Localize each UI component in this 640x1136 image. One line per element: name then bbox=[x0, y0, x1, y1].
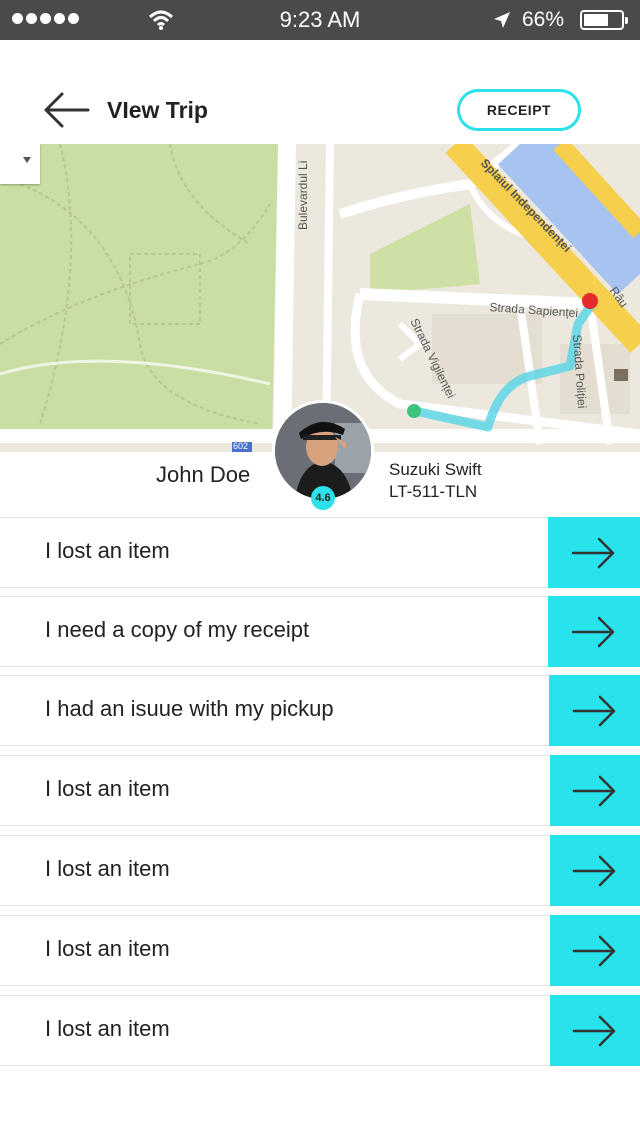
issue-label: I lost an item bbox=[45, 776, 170, 801]
arrow-right-icon bbox=[572, 775, 616, 806]
issue-label: I lost an item bbox=[45, 538, 170, 563]
back-arrow-icon bbox=[44, 92, 90, 128]
list-item-issue[interactable]: I lost an item bbox=[0, 517, 640, 588]
list-item-issue[interactable]: I need a copy of my receipt bbox=[0, 596, 640, 667]
back-button[interactable] bbox=[40, 90, 92, 130]
header: VIew Trip RECEIPT bbox=[0, 40, 640, 144]
issue-arrow-button[interactable] bbox=[550, 915, 640, 986]
issue-arrow-button[interactable] bbox=[548, 596, 640, 667]
battery-icon bbox=[580, 10, 628, 30]
issue-label: I lost an item bbox=[45, 1016, 170, 1041]
issue-arrow-button[interactable] bbox=[549, 675, 640, 746]
issue-label: I lost an item bbox=[45, 856, 170, 881]
arrow-right-icon bbox=[572, 1015, 616, 1046]
arrow-right-icon bbox=[571, 616, 615, 647]
map-layers-button[interactable] bbox=[0, 144, 40, 184]
issue-arrow-button[interactable] bbox=[548, 517, 640, 588]
driver-rating-badge: 4.6 bbox=[311, 486, 335, 510]
list-item-issue[interactable]: I lost an item bbox=[0, 835, 640, 906]
issue-arrow-button[interactable] bbox=[550, 835, 640, 906]
list-item-issue[interactable]: I had an isuue with my pickup bbox=[0, 675, 640, 746]
arrow-right-icon bbox=[571, 537, 615, 568]
car-plate: LT-511-TLN bbox=[389, 482, 478, 501]
arrow-right-icon bbox=[572, 855, 616, 886]
map-label-bulevardul: Bulevardul Li bbox=[296, 160, 310, 230]
list-item-issue[interactable]: I lost an item bbox=[0, 995, 640, 1066]
list-item-issue[interactable]: I lost an item bbox=[0, 755, 640, 826]
list-item-issue[interactable]: I lost an item bbox=[0, 915, 640, 986]
arrow-right-icon bbox=[572, 935, 616, 966]
battery-percentage: 66% bbox=[522, 8, 565, 31]
driver-name: John Doe bbox=[156, 462, 251, 487]
chevron-down-icon bbox=[23, 157, 31, 163]
issue-arrow-button[interactable] bbox=[550, 755, 640, 826]
map-label-route-number: 602 bbox=[233, 441, 249, 451]
arrow-right-icon bbox=[572, 695, 615, 726]
location-arrow-icon bbox=[494, 12, 510, 28]
issue-label: I need a copy of my receipt bbox=[45, 617, 310, 642]
issue-label: I lost an item bbox=[45, 936, 170, 961]
issue-arrow-button[interactable] bbox=[550, 995, 640, 1066]
issue-label: I had an isuue with my pickup bbox=[45, 696, 334, 721]
status-bar: 9:23 AM 66% bbox=[0, 0, 640, 40]
car-model: Suzuki Swift bbox=[389, 460, 482, 479]
page-title: VIew Trip bbox=[107, 97, 208, 123]
receipt-button[interactable]: RECEIPT bbox=[457, 89, 581, 131]
driver-photo bbox=[275, 403, 371, 499]
